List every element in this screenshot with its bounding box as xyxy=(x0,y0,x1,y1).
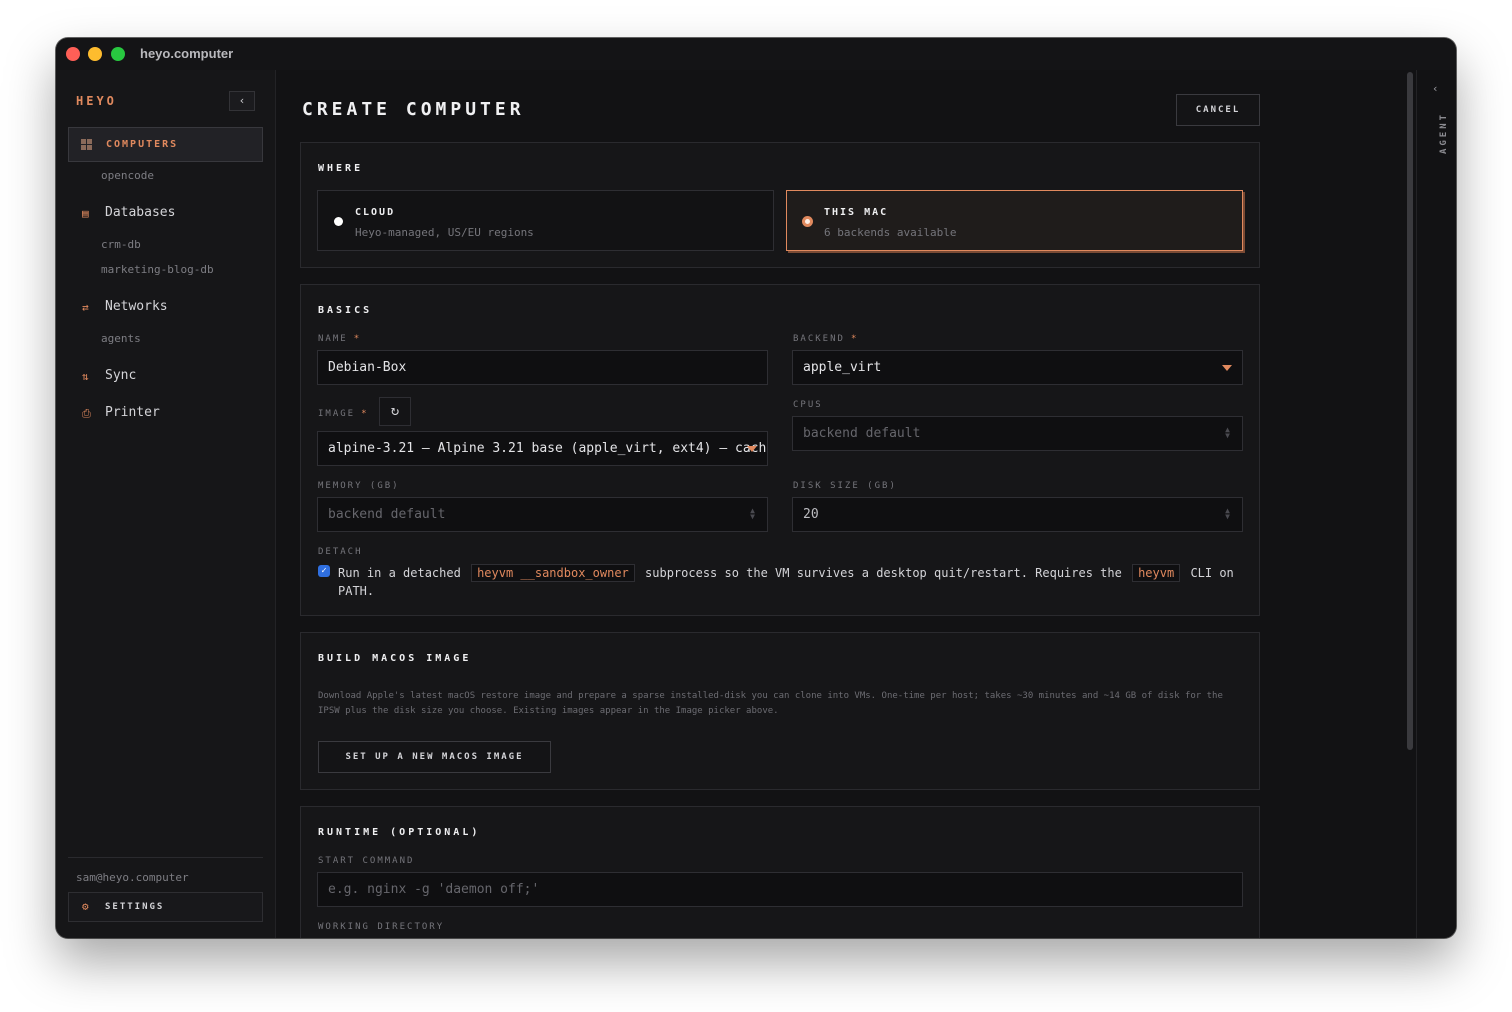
name-label: NAME * xyxy=(318,334,362,344)
cpus-label: CPUS xyxy=(793,400,823,410)
sidebar-item-label: Databases xyxy=(105,205,176,220)
radio-icon xyxy=(802,216,813,227)
user-email: sam@heyo.computer xyxy=(76,871,189,884)
basics-title: BASICS xyxy=(318,305,373,316)
detach-label: DETACH xyxy=(318,547,363,557)
agent-panel[interactable]: ‹ AGENT xyxy=(1416,70,1456,938)
chevron-down-icon xyxy=(1222,365,1232,371)
where-card: WHERE CLOUD Heyo-managed, US/EU regions … xyxy=(300,142,1260,268)
stepper-icon: ▲ ▼ xyxy=(1225,425,1230,440)
where-option-this-mac[interactable]: THIS MAC 6 backends available xyxy=(786,190,1243,251)
cpus-input[interactable]: backend default ▲ ▼ xyxy=(792,416,1243,451)
sidebar-subitem-agents[interactable]: agents xyxy=(101,332,141,345)
code-chip: heyvm xyxy=(1132,564,1181,582)
sidebar-item-label: Networks xyxy=(105,299,168,314)
build-macos-title: BUILD MACOS IMAGE xyxy=(318,653,472,664)
disk-size-label: DISK SIZE (GB) xyxy=(793,481,897,491)
title-bar: heyo.computer xyxy=(56,38,1456,70)
sidebar-item-label: Printer xyxy=(105,405,160,420)
sidebar: HEYO ‹ COMPUTERS opencode ▤ Databases cr… xyxy=(56,70,276,938)
sidebar-item-computers[interactable]: COMPUTERS xyxy=(68,127,263,162)
runtime-title: RUNTIME (OPTIONAL) xyxy=(318,827,481,838)
where-option-cloud[interactable]: CLOUD Heyo-managed, US/EU regions xyxy=(317,190,774,251)
cancel-button[interactable]: CANCEL xyxy=(1176,94,1260,126)
network-icon: ⇄ xyxy=(82,301,89,314)
backend-label: BACKEND * xyxy=(793,334,859,344)
scrollbar-thumb[interactable] xyxy=(1407,72,1413,750)
page-title: CREATE COMPUTER xyxy=(302,99,525,120)
close-window-button[interactable] xyxy=(66,47,80,61)
disk-size-input[interactable]: 20 ▲ ▼ xyxy=(792,497,1243,532)
start-command-input[interactable]: e.g. nginx -g 'daemon off;' xyxy=(317,872,1243,907)
maximize-window-button[interactable] xyxy=(111,47,125,61)
refresh-images-button[interactable]: ↻ xyxy=(379,397,411,426)
settings-label: SETTINGS xyxy=(105,902,165,912)
settings-button[interactable]: ⚙ SETTINGS xyxy=(68,892,263,922)
memory-label: MEMORY (GB) xyxy=(318,481,400,491)
sidebar-item-label: Sync xyxy=(105,368,137,383)
runtime-card: RUNTIME (OPTIONAL) START COMMAND e.g. ng… xyxy=(300,806,1260,938)
cpus-placeholder: backend default xyxy=(803,426,921,441)
name-input[interactable]: Debian-Box xyxy=(317,350,768,385)
working-directory-label: WORKING DIRECTORY xyxy=(318,922,445,932)
image-select[interactable]: alpine-3.21 — Alpine 3.21 base (apple_vi… xyxy=(317,431,768,466)
main-content: CREATE COMPUTER CANCEL WHERE CLOUD Heyo-… xyxy=(277,70,1415,938)
sidebar-subitem-marketing-blog-db[interactable]: marketing-blog-db xyxy=(101,263,214,276)
database-icon: ▤ xyxy=(82,207,89,220)
memory-placeholder: backend default xyxy=(328,507,446,522)
app-window: heyo.computer HEYO ‹ COMPUTERS opencode … xyxy=(56,38,1456,938)
grid-icon xyxy=(81,139,92,150)
window-title: heyo.computer xyxy=(140,46,234,61)
stepper-icon: ▲ ▼ xyxy=(750,506,755,521)
start-command-label: START COMMAND xyxy=(318,856,415,866)
gear-icon: ⚙ xyxy=(82,900,89,913)
sidebar-divider xyxy=(68,857,263,858)
sidebar-item-label: COMPUTERS xyxy=(106,139,179,150)
image-value: alpine-3.21 — Alpine 3.21 base (apple_vi… xyxy=(328,441,768,456)
agent-panel-label: AGENT xyxy=(1439,111,1450,155)
chevron-left-icon[interactable]: ‹ xyxy=(1432,82,1439,95)
memory-input[interactable]: backend default ▲ ▼ xyxy=(317,497,768,532)
collapse-sidebar-button[interactable]: ‹ xyxy=(229,91,255,111)
chevron-down-icon xyxy=(747,446,757,452)
sidebar-subitem-opencode[interactable]: opencode xyxy=(101,169,154,182)
option-description: 6 backends available xyxy=(824,226,957,239)
detach-checkbox[interactable]: ✓ xyxy=(318,565,330,577)
basics-card: BASICS NAME * Debian-Box BACKEND * apple_v… xyxy=(300,284,1260,616)
build-macos-card: BUILD MACOS IMAGE Download Apple's lates… xyxy=(300,632,1260,790)
disk-size-value: 20 xyxy=(803,507,819,522)
sync-icon: ⇅ xyxy=(82,370,89,383)
minimize-window-button[interactable] xyxy=(88,47,102,61)
backend-value: apple_virt xyxy=(803,360,882,375)
logo: HEYO xyxy=(76,94,117,108)
printer-icon: ⎙ xyxy=(82,407,91,420)
sidebar-subitem-crm-db[interactable]: crm-db xyxy=(101,238,141,251)
option-title: THIS MAC xyxy=(824,207,889,218)
backend-select[interactable]: apple_virt xyxy=(792,350,1243,385)
setup-macos-image-button[interactable]: SET UP A NEW MACOS IMAGE xyxy=(318,741,551,773)
detach-description: Run in a detached heyvm __sandbox_owner … xyxy=(338,564,1234,598)
image-label: IMAGE * xyxy=(318,409,369,419)
code-chip: heyvm __sandbox_owner xyxy=(471,564,635,582)
where-title: WHERE xyxy=(318,163,364,174)
stepper-icon: ▲ ▼ xyxy=(1225,506,1230,521)
option-description: Heyo-managed, US/EU regions xyxy=(355,226,534,239)
radio-icon xyxy=(334,217,343,226)
option-title: CLOUD xyxy=(355,207,396,218)
main-scrollbar[interactable] xyxy=(1405,70,1415,938)
build-macos-description: Download Apple's latest macOS restore im… xyxy=(318,691,1223,716)
